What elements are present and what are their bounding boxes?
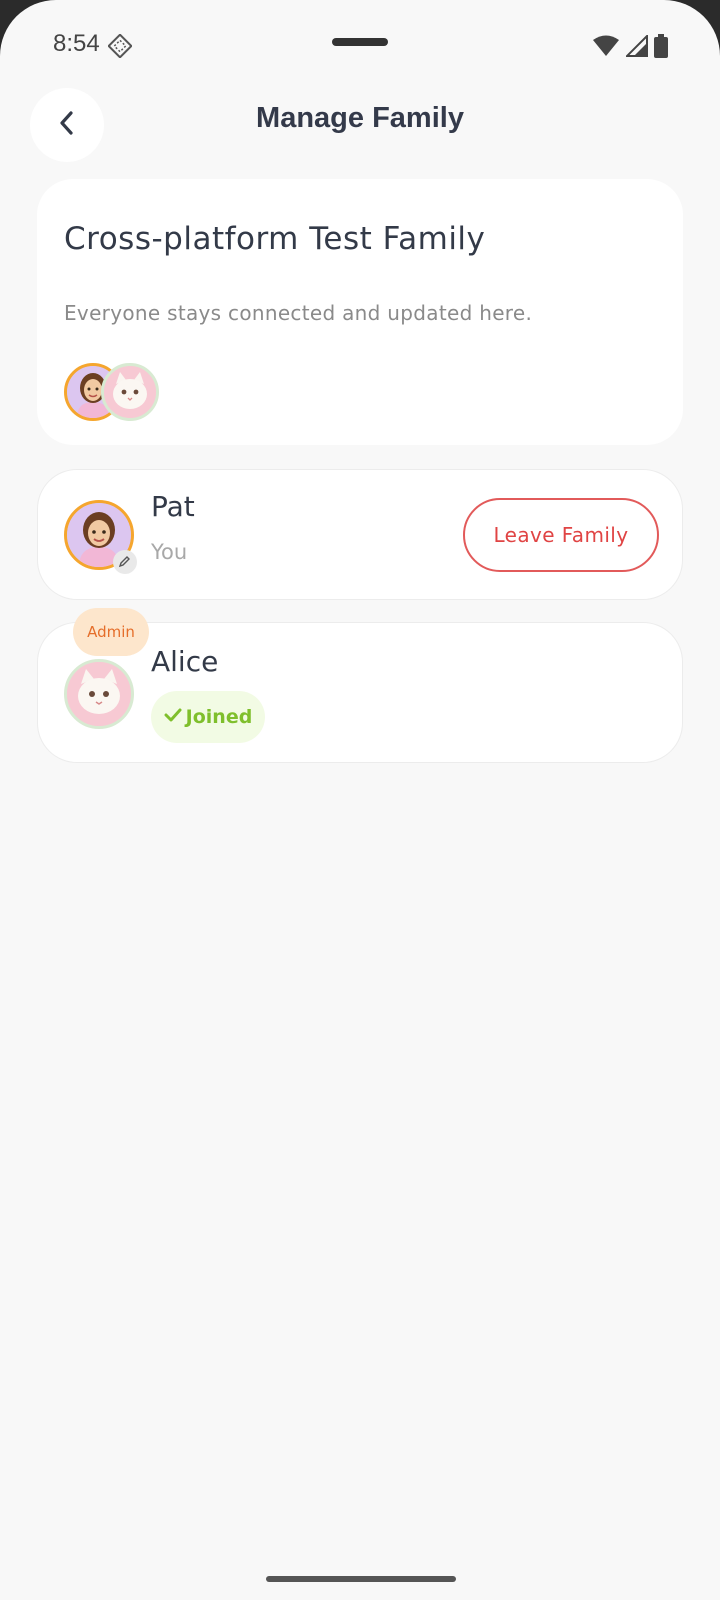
member-name: Alice — [151, 645, 219, 678]
member-card-pat: Pat You Leave Family — [37, 469, 683, 600]
battery-icon — [654, 34, 668, 62]
status-icons — [592, 33, 668, 62]
white-cat-avatar[interactable] — [64, 659, 134, 729]
joined-status-badge: Joined — [151, 691, 265, 743]
app-screen: 8:54 Manage Family Cross-platform Test F… — [0, 0, 720, 1600]
family-name: Cross-platform Test Family — [64, 221, 486, 257]
wifi-icon — [592, 35, 620, 61]
status-bar: 8:54 — [0, 0, 720, 90]
family-avatar-stack — [64, 363, 164, 421]
member-name: Pat — [151, 490, 195, 523]
status-time: 8:54 — [53, 30, 100, 57]
data-saver-icon — [107, 33, 133, 59]
camera-notch — [332, 38, 388, 46]
leave-family-button[interactable]: Leave Family — [463, 498, 659, 572]
check-icon — [164, 706, 182, 728]
admin-role-badge: Admin — [73, 608, 149, 656]
family-info-card: Cross-platform Test Family Everyone stay… — [37, 179, 683, 445]
family-description: Everyone stays connected and updated her… — [64, 301, 533, 325]
edit-avatar-button[interactable] — [113, 550, 137, 574]
home-indicator[interactable] — [266, 1576, 456, 1582]
joined-status-label: Joined — [185, 706, 253, 728]
member-subtitle: You — [151, 540, 188, 564]
page-title: Manage Family — [256, 102, 464, 134]
pencil-icon — [118, 553, 132, 572]
white-cat-avatar — [101, 363, 159, 421]
cell-signal-icon — [624, 33, 648, 61]
